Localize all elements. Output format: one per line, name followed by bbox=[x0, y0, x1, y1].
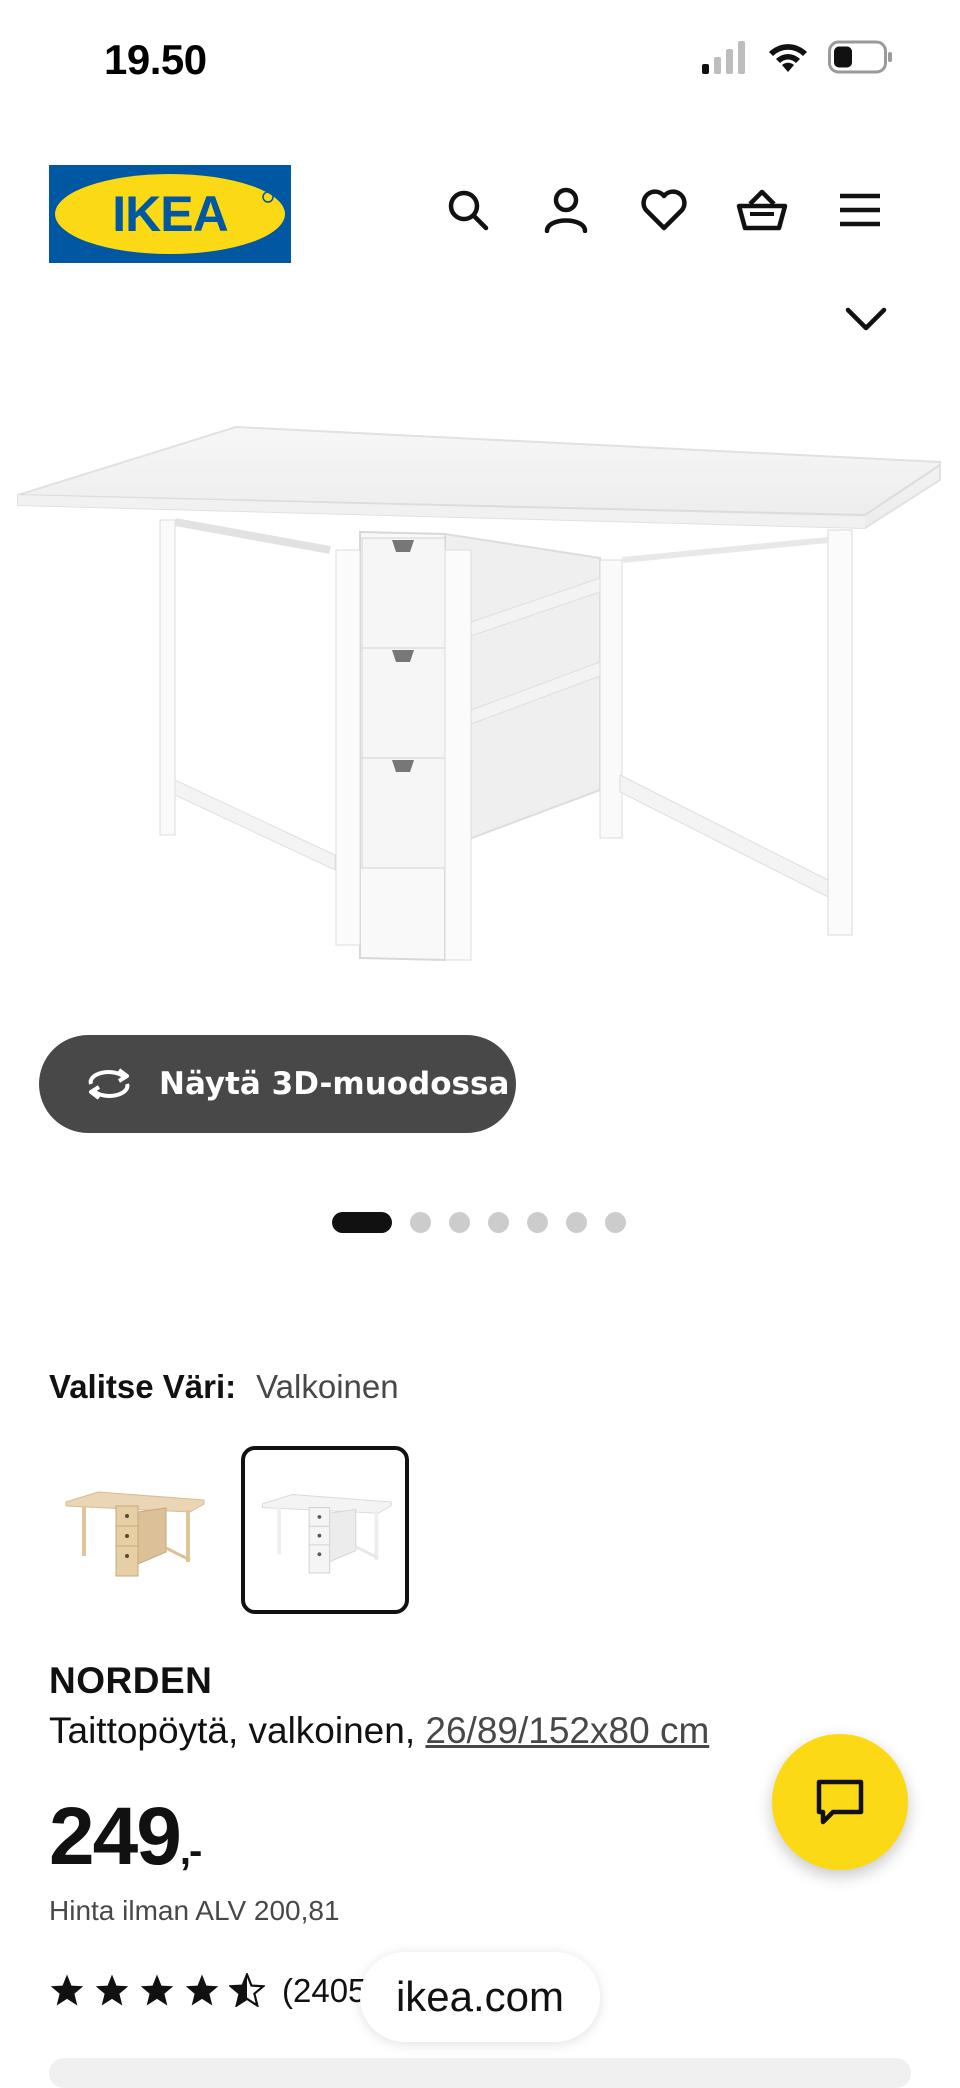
rating-stars[interactable] bbox=[49, 1973, 265, 2007]
image-carousel-indicator bbox=[332, 1212, 626, 1233]
star-icon bbox=[95, 1974, 129, 2006]
color-swatch-white[interactable] bbox=[241, 1446, 409, 1614]
menu-button[interactable] bbox=[834, 184, 886, 236]
chat-bubble-icon bbox=[816, 1779, 864, 1825]
wifi-icon bbox=[769, 44, 807, 72]
carousel-dot[interactable] bbox=[488, 1212, 509, 1233]
heart-icon bbox=[641, 189, 687, 231]
star-icon bbox=[185, 1974, 219, 2006]
account-icon bbox=[544, 187, 588, 233]
product-name: NORDEN bbox=[49, 1660, 213, 1701]
carousel-dot[interactable] bbox=[449, 1212, 470, 1233]
star-icon bbox=[50, 1974, 84, 2006]
star-icon bbox=[140, 1974, 174, 2006]
swatch-thumbnail bbox=[65, 1491, 205, 1577]
account-button[interactable] bbox=[540, 184, 592, 236]
chevron-down-icon[interactable] bbox=[842, 300, 890, 340]
basket-button[interactable] bbox=[736, 184, 788, 236]
view-3d-label: Näytä 3D-muodossa bbox=[159, 1066, 510, 1102]
menu-icon bbox=[840, 193, 880, 227]
chat-button[interactable] bbox=[772, 1734, 908, 1870]
url-text: ikea.com bbox=[395, 1973, 565, 2020]
battery-icon bbox=[828, 40, 892, 74]
swatch-thumbnail bbox=[262, 1494, 392, 1574]
product-price: 249,- bbox=[49, 1790, 202, 1884]
price-without-vat: Hinta ilman ALV 200,81 bbox=[49, 1895, 340, 1926]
favorites-button[interactable] bbox=[638, 184, 690, 236]
cellular-signal-icon bbox=[702, 41, 745, 74]
product-image[interactable] bbox=[0, 400, 960, 1000]
view-3d-button[interactable]: Näytä 3D-muodossa bbox=[39, 1035, 516, 1133]
product-dimensions-link[interactable]: 26/89/152x80 cm bbox=[425, 1710, 709, 1751]
color-selector: Valitse Väri: Valkoinen bbox=[49, 1368, 399, 1406]
carousel-dot[interactable] bbox=[527, 1212, 548, 1233]
carousel-dot[interactable] bbox=[332, 1212, 392, 1233]
ikea-logo[interactable]: IKEA bbox=[49, 165, 291, 263]
rating-count[interactable]: (2405 bbox=[282, 1972, 366, 2010]
search-button[interactable] bbox=[442, 184, 494, 236]
search-icon bbox=[448, 190, 489, 231]
half-star-icon bbox=[229, 1973, 265, 2007]
carousel-dot[interactable] bbox=[410, 1212, 431, 1233]
color-label: Valitse Väri: bbox=[49, 1368, 237, 1405]
brand-text: IKEA bbox=[112, 186, 227, 242]
product-description: Taittopöytä, valkoinen, 26/89/152x80 cm bbox=[49, 1710, 709, 1752]
price-suffix: ,- bbox=[179, 1829, 202, 1873]
carousel-dot[interactable] bbox=[605, 1212, 626, 1233]
price-main: 249 bbox=[49, 1791, 182, 1882]
browser-url-bar[interactable]: ikea.com bbox=[360, 1952, 600, 2042]
status-icons bbox=[700, 40, 894, 74]
status-time: 19.50 bbox=[104, 36, 207, 83]
rotate-3d-icon bbox=[88, 1068, 130, 1100]
basket-icon bbox=[736, 189, 788, 231]
color-swatch-birch[interactable] bbox=[49, 1446, 217, 1614]
bottom-panel-edge bbox=[49, 2058, 911, 2088]
selected-color-value: Valkoinen bbox=[256, 1368, 399, 1405]
carousel-dot[interactable] bbox=[566, 1212, 587, 1233]
product-type-text: Taittopöytä, valkoinen, bbox=[49, 1710, 426, 1751]
